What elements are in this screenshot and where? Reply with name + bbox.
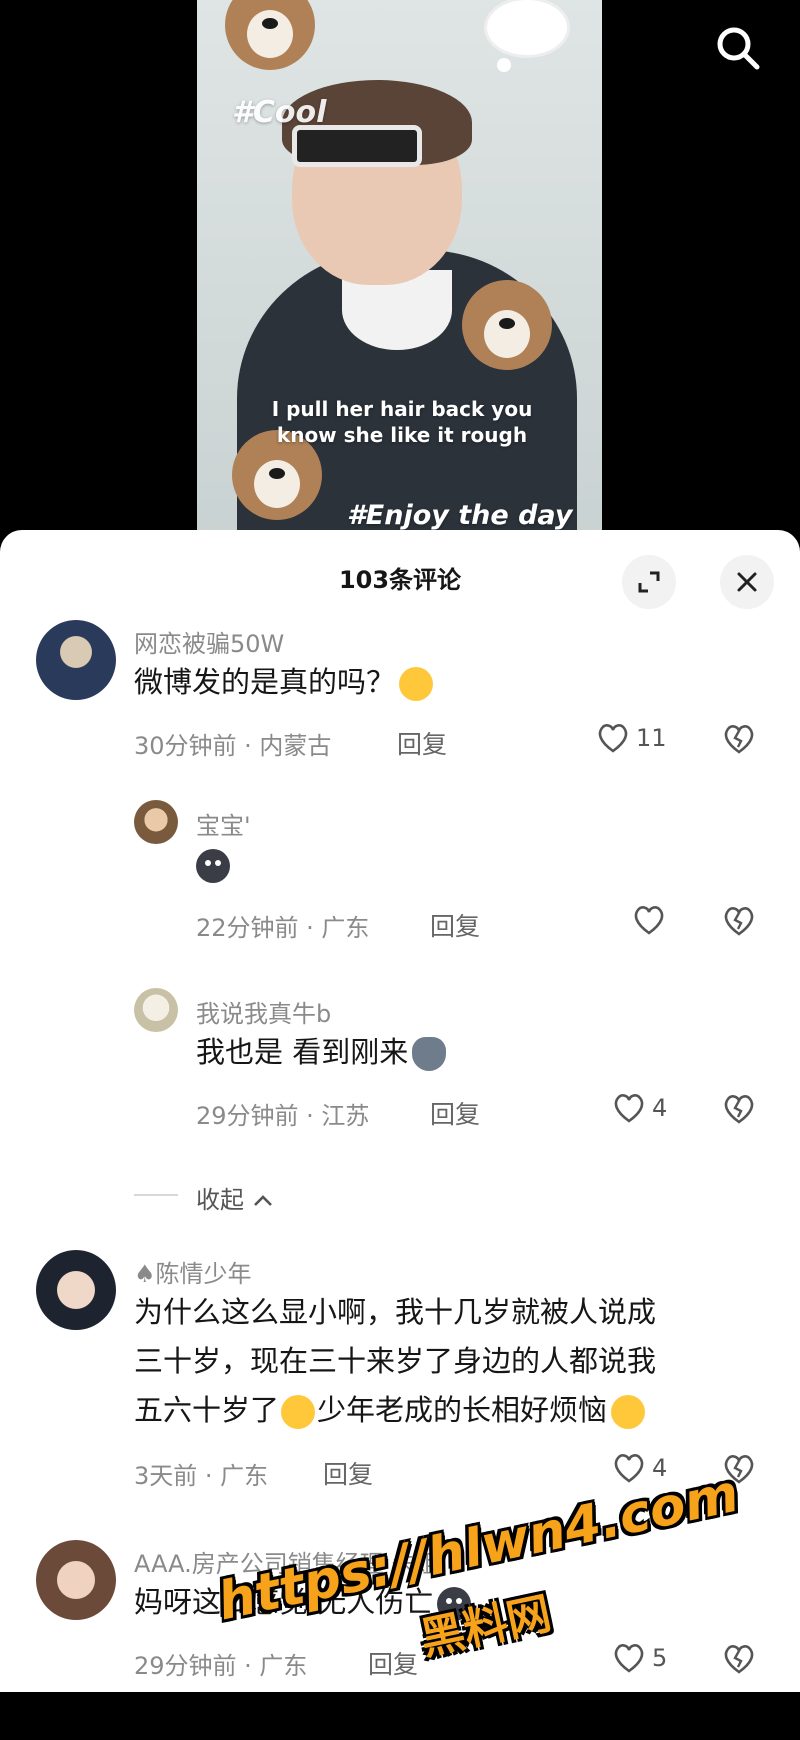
comment-text: 妈呀这么感觉 无人伤亡 bbox=[134, 1578, 472, 1627]
broken-heart-icon bbox=[724, 907, 754, 936]
like-button[interactable]: 5 bbox=[612, 1642, 667, 1674]
comments-sheet: 103条评论 网恋被骗50W 微博发的是真的吗？ 30分钟前 · 内蒙古 回复 … bbox=[0, 530, 800, 1692]
like-count: 5 bbox=[652, 1644, 668, 1672]
blob-emoji-icon bbox=[437, 1587, 472, 1621]
comment-text-line-2: 三十岁，现在三十来岁了身边的人都说我 bbox=[134, 1344, 657, 1378]
heart-icon bbox=[614, 1454, 644, 1483]
reply-text: 我也是 看到刚来 bbox=[196, 1028, 447, 1077]
reply-text bbox=[196, 840, 230, 889]
like-count: 4 bbox=[652, 1094, 668, 1122]
chevron-up-icon bbox=[253, 1195, 272, 1206]
dislike-button[interactable] bbox=[722, 1093, 756, 1129]
collapse-text: 收起 bbox=[196, 1186, 244, 1214]
video-player[interactable]: #Cool I pull her hair back you know she … bbox=[0, 0, 800, 540]
comment-username[interactable]: ♠陈情少年 bbox=[134, 1254, 252, 1289]
expand-button[interactable] bbox=[622, 555, 676, 609]
reply-button[interactable]: 回复 bbox=[323, 1455, 373, 1491]
comment-time-location: 29分钟前 · 广东 bbox=[134, 1652, 308, 1680]
reply-button[interactable]: 回复 bbox=[430, 1095, 480, 1131]
broken-heart-icon bbox=[724, 1645, 754, 1674]
crying-emoji-icon bbox=[281, 1395, 316, 1429]
avatar[interactable] bbox=[134, 800, 178, 844]
close-icon bbox=[737, 572, 757, 592]
like-button[interactable]: 4 bbox=[612, 1092, 667, 1124]
broken-heart-icon bbox=[724, 1455, 754, 1484]
heart-icon bbox=[614, 1094, 644, 1123]
dog-sticker-right bbox=[462, 280, 552, 370]
like-button[interactable]: 4 bbox=[612, 1452, 667, 1484]
like-button[interactable] bbox=[632, 904, 672, 936]
avatar[interactable] bbox=[134, 988, 178, 1032]
broken-heart-icon bbox=[724, 1095, 754, 1124]
expand-icon bbox=[638, 571, 660, 593]
dog-sticker-top bbox=[225, 0, 315, 70]
avatar[interactable] bbox=[36, 620, 116, 700]
comment-text-line-1: 为什么这么显小啊，我十几岁就被人说成 bbox=[134, 1295, 657, 1329]
search-icon bbox=[717, 27, 760, 70]
collapse-label[interactable]: 收起 bbox=[196, 1180, 274, 1215]
comment-username[interactable]: AAA.房产公司销售经理 朱姐 bbox=[134, 1544, 439, 1579]
comment-text-segment: 五六十岁了 bbox=[134, 1393, 280, 1427]
lyric-caption: I pull her hair back you know she like i… bbox=[257, 396, 547, 448]
heart-icon bbox=[598, 724, 628, 753]
comments-count-title: 103条评论 bbox=[338, 566, 462, 594]
husky-emoji-icon bbox=[412, 1037, 447, 1071]
cloud-dot bbox=[497, 58, 511, 72]
reply-text-content: 我也是 看到刚来 bbox=[196, 1035, 409, 1069]
reply-username[interactable]: 宝宝' bbox=[196, 806, 251, 841]
avatar[interactable] bbox=[36, 1250, 116, 1330]
reply-button[interactable]: 回复 bbox=[397, 725, 447, 761]
reply-time-location: 22分钟前 · 广东 bbox=[196, 914, 370, 942]
like-count: 4 bbox=[652, 1454, 668, 1482]
blob-emoji-icon bbox=[196, 849, 230, 883]
comment-text-line-3: 五六十岁了 少年老成的长相好烦恼 bbox=[134, 1386, 774, 1435]
sunglasses-sticker bbox=[292, 125, 422, 167]
collapse-divider bbox=[134, 1194, 178, 1196]
comment-text-content: 微博发的是真的吗？ bbox=[134, 665, 396, 699]
comment-text: 为什么这么显小啊，我十几岁就被人说成 三十岁，现在三十来岁了身边的人都说我 五六… bbox=[134, 1288, 774, 1435]
lyric-line-2: know she like it rough bbox=[276, 423, 528, 447]
reply-button[interactable]: 回复 bbox=[430, 907, 480, 943]
reply-time-location: 29分钟前 · 江苏 bbox=[196, 1102, 370, 1130]
comment-username-text: 陈情少年 bbox=[155, 1260, 252, 1288]
dislike-button[interactable] bbox=[722, 1453, 756, 1489]
reply-username[interactable]: 我说我真牛b bbox=[196, 994, 331, 1029]
rofl-emoji-icon bbox=[399, 667, 434, 701]
lyric-line-1: I pull her hair back you bbox=[271, 397, 533, 421]
heart-icon bbox=[634, 906, 664, 935]
comment-time-location: 30分钟前 · 内蒙古 bbox=[134, 732, 332, 760]
avatar[interactable] bbox=[36, 1540, 116, 1620]
dislike-button[interactable] bbox=[722, 905, 756, 941]
spade-icon: ♠ bbox=[134, 1260, 156, 1288]
dislike-button[interactable] bbox=[722, 723, 756, 759]
dislike-button[interactable] bbox=[722, 1643, 756, 1679]
comment-username[interactable]: 网恋被骗50W bbox=[134, 624, 284, 659]
comment-text-segment: 少年老成的长相好烦恼 bbox=[317, 1393, 608, 1427]
close-button[interactable] bbox=[720, 555, 774, 609]
like-count: 11 bbox=[636, 724, 667, 752]
thought-cloud-sticker bbox=[487, 0, 567, 55]
comment-text: 微博发的是真的吗？ bbox=[134, 658, 434, 707]
like-button[interactable]: 11 bbox=[596, 722, 667, 754]
hashtag-enjoy: #Enjoy the day bbox=[347, 500, 573, 531]
heart-icon bbox=[614, 1644, 644, 1673]
crying-emoji-icon bbox=[611, 1395, 646, 1429]
video-frame[interactable]: #Cool I pull her hair back you know she … bbox=[197, 0, 602, 540]
comment-time-location: 3天前 · 广东 bbox=[134, 1462, 269, 1490]
broken-heart-icon bbox=[724, 725, 754, 754]
reply-button[interactable]: 回复 bbox=[368, 1645, 418, 1681]
hashtag-cool: #Cool bbox=[232, 95, 327, 130]
search-button[interactable] bbox=[712, 22, 764, 74]
comment-text-content: 妈呀这么感觉 无人伤亡 bbox=[134, 1585, 434, 1619]
